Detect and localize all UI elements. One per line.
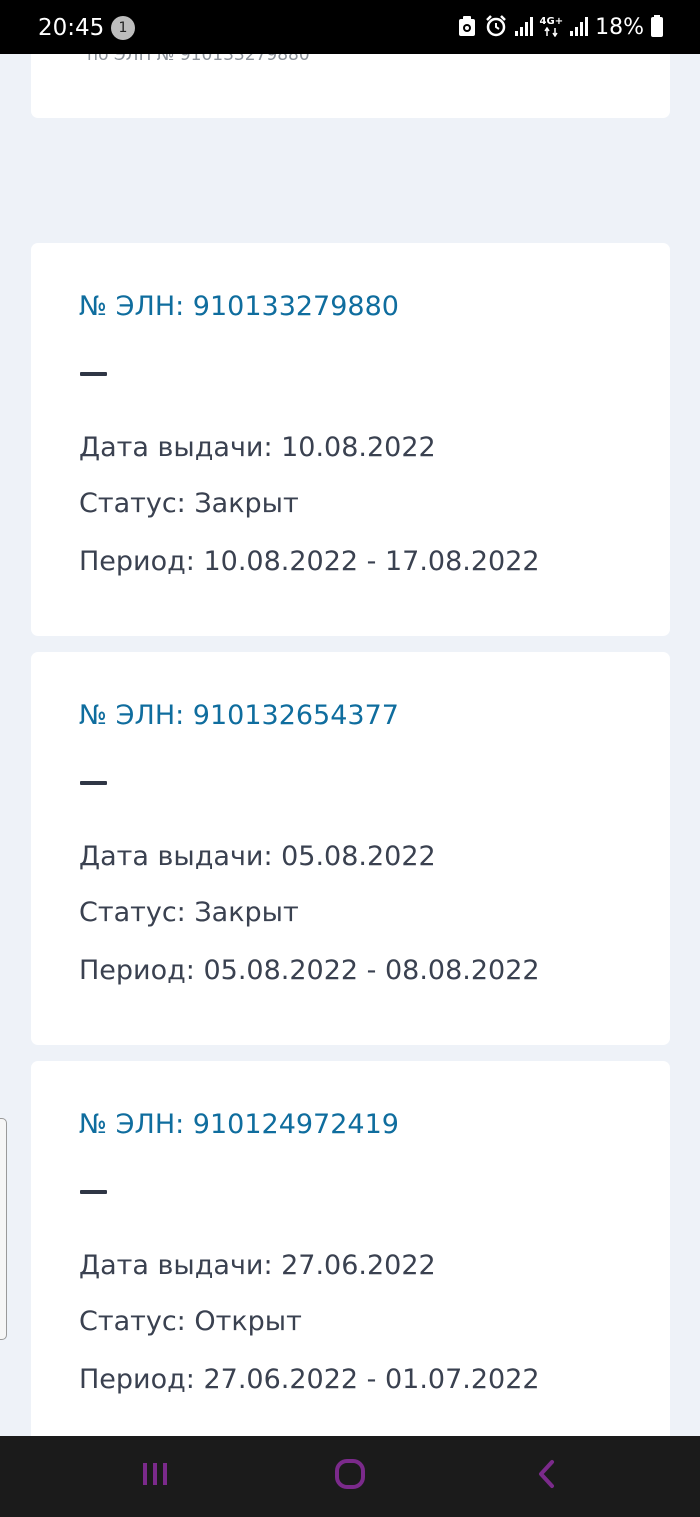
issue-date: Дата выдачи: 27.06.2022	[79, 1250, 436, 1281]
certificate-status: Статус: Открыт	[79, 1306, 302, 1337]
network-arrows-icon	[543, 26, 559, 40]
signal-icon	[514, 15, 534, 41]
certificates-list[interactable]: по ЭЛН № 910133279880 № ЭЛН: 91013327988…	[0, 54, 700, 1436]
alarm-icon	[484, 14, 508, 42]
divider-dash	[80, 1190, 107, 1194]
issue-date: Дата выдачи: 05.08.2022	[79, 841, 436, 872]
network-type-label: 4G+	[539, 15, 564, 40]
home-icon	[334, 1459, 366, 1493]
status-bar: 20:45 1 4G+ 18%	[0, 0, 700, 54]
network-type: 4G+	[539, 15, 564, 27]
status-icons: 4G+ 18%	[456, 14, 664, 42]
battery-percent: 18%	[595, 15, 644, 40]
edge-panel-handle[interactable]	[0, 1118, 7, 1340]
certificate-card[interactable]: № ЭЛН: 910132654377 Дата выдачи: 05.08.2…	[31, 652, 670, 1045]
signal-icon	[569, 15, 589, 41]
previous-card-text: по ЭЛН № 910133279880	[87, 54, 310, 65]
status-time: 20:45	[38, 15, 105, 41]
certificate-period: Период: 10.08.2022 - 17.08.2022	[79, 546, 540, 577]
navigation-bar	[0, 1436, 700, 1517]
notification-count-badge: 1	[111, 16, 135, 40]
recents-icon	[140, 1461, 170, 1491]
certificate-card[interactable]: № ЭЛН: 910124972419 Дата выдачи: 27.06.2…	[31, 1061, 670, 1436]
certificate-card[interactable]: № ЭЛН: 910133279880 Дата выдачи: 10.08.2…	[31, 243, 670, 636]
certificate-status: Статус: Закрыт	[79, 488, 299, 519]
recents-button[interactable]	[130, 1456, 180, 1496]
home-button[interactable]	[325, 1456, 375, 1496]
app-notification-icon	[456, 14, 478, 42]
divider-dash	[80, 781, 107, 785]
battery-icon	[650, 14, 664, 42]
issue-date: Дата выдачи: 10.08.2022	[79, 432, 436, 463]
back-button[interactable]	[522, 1456, 572, 1496]
divider-dash	[80, 372, 107, 376]
back-icon	[535, 1459, 559, 1493]
previous-card: по ЭЛН № 910133279880	[31, 54, 670, 118]
certificate-number: № ЭЛН: 910132654377	[79, 700, 399, 731]
certificate-status: Статус: Закрыт	[79, 897, 299, 928]
certificate-number: № ЭЛН: 910133279880	[79, 291, 399, 322]
certificate-period: Период: 27.06.2022 - 01.07.2022	[79, 1364, 540, 1395]
certificate-number: № ЭЛН: 910124972419	[79, 1109, 399, 1140]
certificate-period: Период: 05.08.2022 - 08.08.2022	[79, 955, 540, 986]
